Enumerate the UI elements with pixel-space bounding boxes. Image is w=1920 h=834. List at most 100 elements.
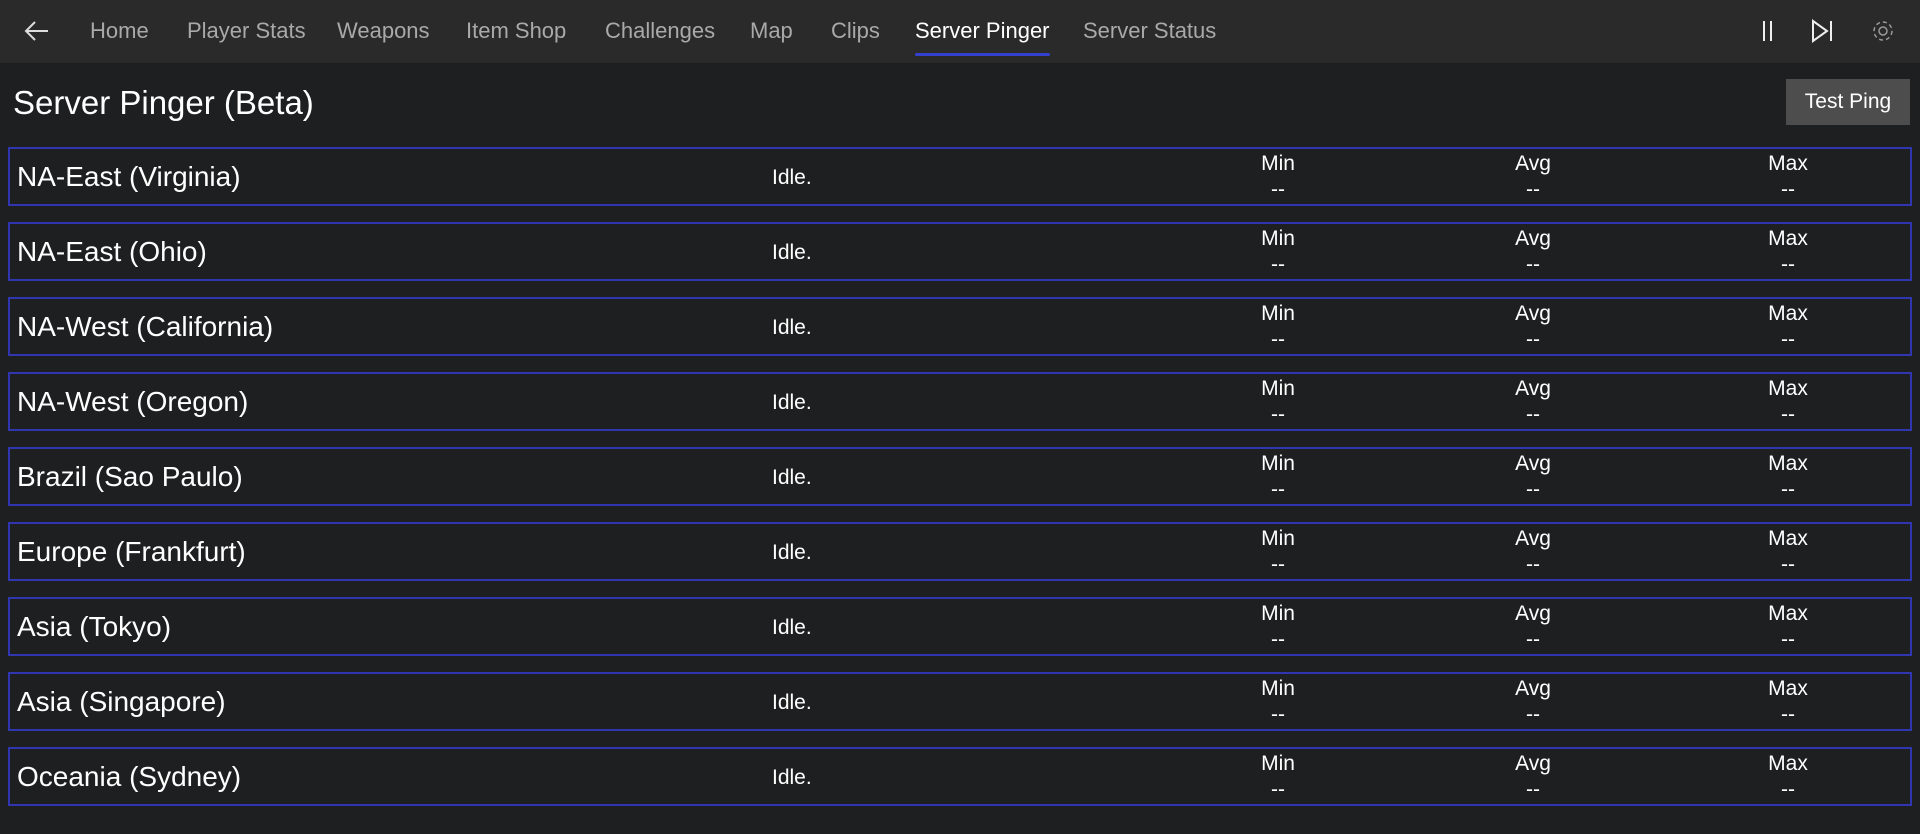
stat-max-value: -- <box>1781 478 1795 501</box>
stat-min-label: Min <box>1261 677 1295 700</box>
server-name: Asia (Tokyo) <box>17 611 172 642</box>
page-title: Server Pinger (Beta) <box>13 84 314 121</box>
tab-server-pinger[interactable]: Server Pinger <box>915 18 1050 56</box>
stat-min-label: Min <box>1261 452 1295 475</box>
stat-min-value: -- <box>1271 403 1285 426</box>
stat-max-label: Max <box>1768 377 1808 400</box>
stat-max: Max -- <box>1728 451 1848 503</box>
stat-avg: Avg -- <box>1473 376 1593 428</box>
tab-challenges[interactable]: Challenges <box>605 18 715 44</box>
stat-max-value: -- <box>1781 178 1795 201</box>
stat-avg-value: -- <box>1526 628 1540 651</box>
stat-min-value: -- <box>1271 178 1285 201</box>
server-list: NA-East (Virginia) Idle. Min -- Avg -- Max -- NA… <box>8 147 1912 822</box>
tab-server-status[interactable]: Server Status <box>1083 18 1216 44</box>
server-status: Idle. <box>772 466 812 489</box>
stat-avg-label: Avg <box>1515 152 1551 175</box>
server-row: NA-East (Ohio) Idle. Min -- Avg -- Max -- <box>8 222 1912 281</box>
stat-avg-label: Avg <box>1515 227 1551 250</box>
stat-avg-value: -- <box>1526 253 1540 276</box>
stat-avg: Avg -- <box>1473 676 1593 728</box>
stat-avg-label: Avg <box>1515 302 1551 325</box>
stat-max: Max -- <box>1728 676 1848 728</box>
server-status: Idle. <box>772 241 812 264</box>
stat-min: Min -- <box>1218 601 1338 653</box>
stat-min: Min -- <box>1218 451 1338 503</box>
server-row: Oceania (Sydney) Idle. Min -- Avg -- Max -- <box>8 747 1912 806</box>
server-status: Idle. <box>772 166 812 189</box>
stat-avg-value: -- <box>1526 553 1540 576</box>
stat-max-value: -- <box>1781 553 1795 576</box>
stat-avg: Avg -- <box>1473 451 1593 503</box>
stat-min-value: -- <box>1271 628 1285 651</box>
server-name: Oceania (Sydney) <box>17 761 242 792</box>
stat-min: Min -- <box>1218 751 1338 803</box>
stat-avg: Avg -- <box>1473 526 1593 578</box>
stat-min-label: Min <box>1261 152 1295 175</box>
server-name: NA-East (Ohio) <box>17 236 207 267</box>
top-nav-bar: Home Player Stats Weapons Item Shop Chal… <box>0 0 1920 63</box>
pause-icon[interactable] <box>1753 16 1783 46</box>
stat-max-value: -- <box>1781 703 1795 726</box>
stat-max-label: Max <box>1768 602 1808 625</box>
stat-max-label: Max <box>1768 752 1808 775</box>
stat-max: Max -- <box>1728 151 1848 203</box>
server-name: NA-West (Oregon) <box>17 386 249 417</box>
gear-icon[interactable] <box>1868 16 1898 46</box>
stat-avg: Avg -- <box>1473 751 1593 803</box>
stat-min: Min -- <box>1218 676 1338 728</box>
server-row: Brazil (Sao Paulo) Idle. Min -- Avg -- Max -- <box>8 447 1912 506</box>
stat-max-value: -- <box>1781 778 1795 801</box>
stat-min-value: -- <box>1271 478 1285 501</box>
server-status: Idle. <box>772 766 812 789</box>
stat-min-label: Min <box>1261 527 1295 550</box>
stat-min-value: -- <box>1271 703 1285 726</box>
server-row: Asia (Tokyo) Idle. Min -- Avg -- Max -- <box>8 597 1912 656</box>
stat-avg-value: -- <box>1526 328 1540 351</box>
stat-min-label: Min <box>1261 377 1295 400</box>
stat-max: Max -- <box>1728 226 1848 278</box>
tab-player-stats[interactable]: Player Stats <box>187 18 306 44</box>
stat-avg-label: Avg <box>1515 452 1551 475</box>
skip-next-icon[interactable] <box>1807 16 1837 46</box>
stat-avg: Avg -- <box>1473 601 1593 653</box>
stat-max-value: -- <box>1781 628 1795 651</box>
back-arrow-icon[interactable] <box>22 16 52 46</box>
stat-min-value: -- <box>1271 328 1285 351</box>
stat-avg-value: -- <box>1526 403 1540 426</box>
test-ping-button[interactable]: Test Ping <box>1786 79 1910 125</box>
tab-weapons[interactable]: Weapons <box>337 18 430 44</box>
stat-avg-value: -- <box>1526 778 1540 801</box>
stat-min: Min -- <box>1218 151 1338 203</box>
stat-max-label: Max <box>1768 677 1808 700</box>
stat-avg-label: Avg <box>1515 377 1551 400</box>
stat-min-label: Min <box>1261 302 1295 325</box>
stat-min: Min -- <box>1218 301 1338 353</box>
stat-max-label: Max <box>1768 227 1808 250</box>
tab-clips[interactable]: Clips <box>831 18 880 44</box>
stat-avg-label: Avg <box>1515 752 1551 775</box>
server-row: Europe (Frankfurt) Idle. Min -- Avg -- Max -- <box>8 522 1912 581</box>
server-row: NA-West (Oregon) Idle. Min -- Avg -- Max -- <box>8 372 1912 431</box>
server-row: NA-East (Virginia) Idle. Min -- Avg -- Max -- <box>8 147 1912 206</box>
stat-avg-label: Avg <box>1515 602 1551 625</box>
stat-min-label: Min <box>1261 227 1295 250</box>
server-name: Brazil (Sao Paulo) <box>17 461 243 492</box>
server-name: NA-East (Virginia) <box>17 161 241 192</box>
stat-avg-value: -- <box>1526 478 1540 501</box>
stat-min-value: -- <box>1271 778 1285 801</box>
server-row: NA-West (California) Idle. Min -- Avg -- Max -- <box>8 297 1912 356</box>
tab-item-shop[interactable]: Item Shop <box>466 18 566 44</box>
tab-map[interactable]: Map <box>750 18 793 44</box>
server-name: NA-West (California) <box>17 311 274 342</box>
stat-avg: Avg -- <box>1473 151 1593 203</box>
stat-avg-label: Avg <box>1515 527 1551 550</box>
stat-min: Min -- <box>1218 526 1338 578</box>
tab-home[interactable]: Home <box>90 18 149 44</box>
stat-avg: Avg -- <box>1473 226 1593 278</box>
stat-max-value: -- <box>1781 328 1795 351</box>
stat-min-label: Min <box>1261 602 1295 625</box>
server-status: Idle. <box>772 316 812 339</box>
server-row: Asia (Singapore) Idle. Min -- Avg -- Max -- <box>8 672 1912 731</box>
stat-max-value: -- <box>1781 403 1795 426</box>
